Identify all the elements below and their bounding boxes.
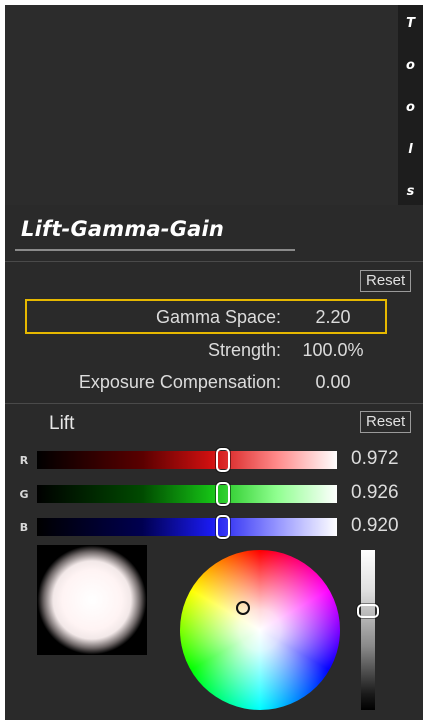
red-slider[interactable] [37,448,337,472]
color-wheel[interactable] [180,550,340,710]
strength-value[interactable]: 100.0% [287,338,379,362]
tools-view-area [5,5,398,205]
section-divider [5,403,423,404]
tools-tab-letter: l [408,142,413,157]
lift-reset-button[interactable]: Reset [360,411,412,433]
section-divider [5,261,423,262]
color-preview [37,545,147,655]
red-channel-letter: R [19,454,29,467]
green-channel-letter: G [19,488,29,501]
color-preview-swatch [37,545,147,655]
color-wheel-cursor[interactable] [236,601,250,615]
red-slider-handle[interactable] [216,448,230,472]
exposure-compensation-label: Exposure Compensation: [78,372,281,392]
green-value[interactable]: 0.926 [351,482,419,504]
tools-tab-letter: o [406,100,415,115]
red-value[interactable]: 0.972 [351,448,419,470]
panel-title: Lift-Gamma-Gain [21,217,225,241]
blue-slider[interactable] [37,515,337,539]
exposure-compensation-row: Exposure Compensation: 0.00 [5,370,423,394]
blue-value[interactable]: 0.920 [351,515,419,537]
strength-label: Strength: [207,340,281,360]
gamma-space-row: Gamma Space: 2.20 [5,305,423,329]
lift-gamma-gain-panel: T o o l s Lift-Gamma-Gain Reset Gamma Sp… [5,5,423,720]
green-slider[interactable] [37,482,337,506]
title-underline [15,249,295,251]
color-wheel-container [180,550,340,710]
blue-channel-letter: B [19,521,29,534]
tools-tab[interactable]: T o o l s [398,5,423,205]
blue-slider-handle[interactable] [216,515,230,539]
exposure-compensation-value[interactable]: 0.00 [287,370,379,394]
tools-tab-letter: s [406,184,415,199]
green-slider-handle[interactable] [216,482,230,506]
lift-label: Lift [49,413,75,434]
brightness-slider[interactable] [357,550,379,710]
brightness-slider-handle[interactable] [357,603,379,618]
tools-tab-letter: T [406,16,415,31]
strength-row: Strength: 100.0% [5,338,423,362]
tools-tab-letter: o [406,58,415,73]
reset-button[interactable]: Reset [360,270,412,292]
gamma-space-value[interactable]: 2.20 [287,305,379,329]
gamma-space-label: Gamma Space: [155,307,281,327]
